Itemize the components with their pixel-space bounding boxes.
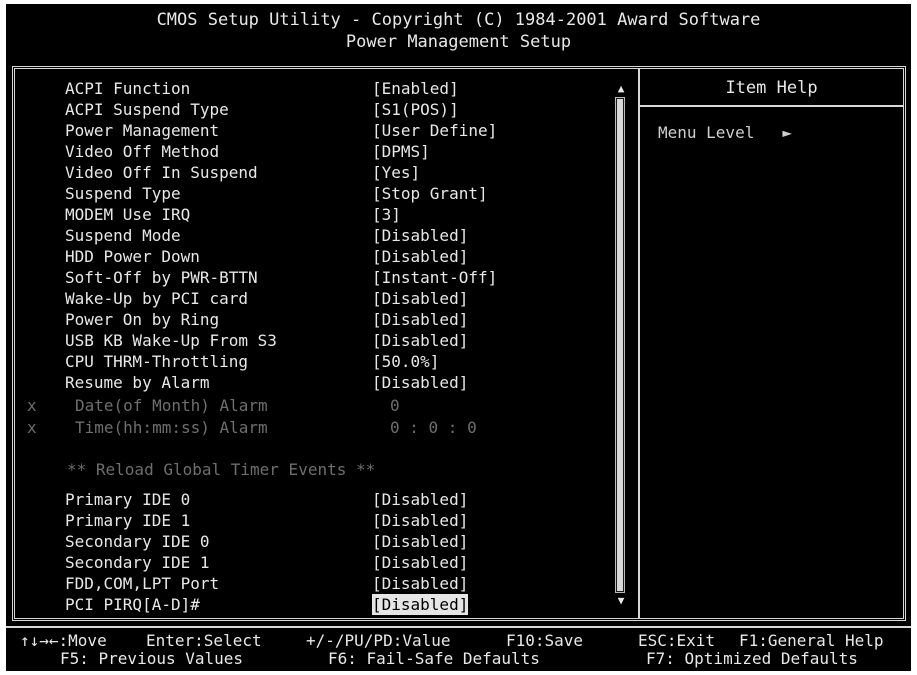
setting-label: Date(of Month) Alarm <box>75 396 268 415</box>
setting-value[interactable]: [Disabled] <box>372 288 468 309</box>
setting-value[interactable]: [Disabled] <box>372 489 468 510</box>
item-help-header: Item Help <box>640 69 903 105</box>
setting-label: CPU THRM-Throttling <box>65 352 249 371</box>
previous-values-key-hint: F5: Previous Values <box>60 649 244 668</box>
exit-key-hint: ESC:Exit <box>638 631 716 650</box>
setting-label: ACPI Function <box>65 79 191 98</box>
settings-panel: Item Help Menu Level ► ▲ ▼ ACPI Function [… <box>12 66 906 621</box>
setting-label: Soft-Off by PWR-BTTN <box>65 268 258 287</box>
setting-label: Wake-Up by PCI card <box>65 289 249 308</box>
utility-title: CMOS Setup Utility - Copyright (C) 1984-… <box>156 10 761 30</box>
disabled-mark: x <box>27 396 37 415</box>
general-help-key-hint: F1:General Help <box>739 631 884 650</box>
setting-value[interactable]: [User Define] <box>372 120 497 141</box>
setting-label: Power On by Ring <box>65 310 220 329</box>
setting-label: Video Off In Suspend <box>65 163 258 182</box>
setting-value[interactable]: [Disabled] <box>372 372 468 393</box>
setting-value[interactable]: [3] <box>372 204 401 225</box>
value-key-hint: +/-/PU/PD:Value <box>306 631 451 650</box>
setting-label: HDD Power Down <box>65 247 200 266</box>
right-arrow-icon: ► <box>782 123 792 142</box>
setting-value[interactable]: [Stop Grant] <box>372 183 488 204</box>
move-key-hint: ↑↓→←:Move <box>20 631 107 650</box>
panel-divider <box>638 69 640 618</box>
section-header-label: ** Reload Global Timer Events ** <box>67 460 376 479</box>
setting-label: Primary IDE 1 <box>65 511 191 530</box>
setting-value[interactable]: [Enabled] <box>372 78 459 99</box>
scrollbar[interactable]: ▲ ▼ <box>612 83 630 607</box>
setting-value[interactable]: [Disabled] <box>372 573 468 594</box>
menu-level: Menu Level ► <box>658 123 792 142</box>
setting-value[interactable]: [Instant-Off] <box>372 267 497 288</box>
scroll-up-arrow-icon[interactable]: ▲ <box>612 83 630 95</box>
setting-value[interactable]: [Disabled] <box>372 510 468 531</box>
setting-label: Power Management <box>65 121 220 140</box>
setting-value[interactable]: [Yes] <box>372 162 420 183</box>
item-help-separator <box>640 105 903 107</box>
setting-value-selected[interactable]: [Disabled] <box>372 594 469 615</box>
save-key-hint: F10:Save <box>506 631 584 650</box>
setting-label: Suspend Type <box>65 184 181 203</box>
setting-value[interactable]: [DPMS] <box>372 141 430 162</box>
footer-divider <box>6 626 911 628</box>
optimized-defaults-key-hint: F7: Optimized Defaults <box>646 649 858 668</box>
setting-label: MODEM Use IRQ <box>65 205 191 224</box>
setting-label: Suspend Mode <box>65 226 181 245</box>
fail-safe-defaults-key-hint: F6: Fail-Safe Defaults <box>328 649 540 668</box>
disabled-mark: x <box>27 418 37 437</box>
setting-label: ACPI Suspend Type <box>65 100 229 119</box>
scroll-track[interactable] <box>615 97 625 593</box>
setting-value[interactable]: [Disabled] <box>372 309 468 330</box>
setting-label: PCI PIRQ[A-D]# <box>65 595 200 614</box>
setting-value[interactable]: [S1(POS)] <box>372 99 459 120</box>
setting-value[interactable]: [Disabled] <box>372 225 468 246</box>
setting-value[interactable]: [Disabled] <box>372 330 468 351</box>
select-key-hint: Enter:Select <box>146 631 262 650</box>
setting-value[interactable]: [50.0%] <box>372 351 439 372</box>
setting-value[interactable]: [Disabled] <box>372 531 468 552</box>
menu-level-label: Menu Level <box>658 123 755 142</box>
setting-label: Time(hh:mm:ss) Alarm <box>75 418 268 437</box>
page-title: Power Management Setup <box>345 32 572 52</box>
setting-label: Resume by Alarm <box>65 373 210 392</box>
setting-value[interactable]: [Disabled] <box>372 246 468 267</box>
setting-value: 0 <box>390 396 400 415</box>
setting-label: Video Off Method <box>65 142 220 161</box>
setting-label: FDD,COM,LPT Port <box>65 574 220 593</box>
setting-value[interactable]: [Disabled] <box>372 552 468 573</box>
scroll-thumb[interactable] <box>617 99 623 591</box>
title-bar: CMOS Setup Utility - Copyright (C) 1984-… <box>6 4 911 60</box>
scroll-down-arrow-icon[interactable]: ▼ <box>612 595 630 607</box>
setting-label: Secondary IDE 1 <box>65 553 210 572</box>
item-help-title: Item Help <box>725 78 818 98</box>
bios-screen: CMOS Setup Utility - Copyright (C) 1984-… <box>6 4 911 671</box>
setting-label: Primary IDE 0 <box>65 490 191 509</box>
setting-value: 0 : 0 : 0 <box>390 418 477 437</box>
setting-label: USB KB Wake-Up From S3 <box>65 331 277 350</box>
setting-label: Secondary IDE 0 <box>65 532 210 551</box>
